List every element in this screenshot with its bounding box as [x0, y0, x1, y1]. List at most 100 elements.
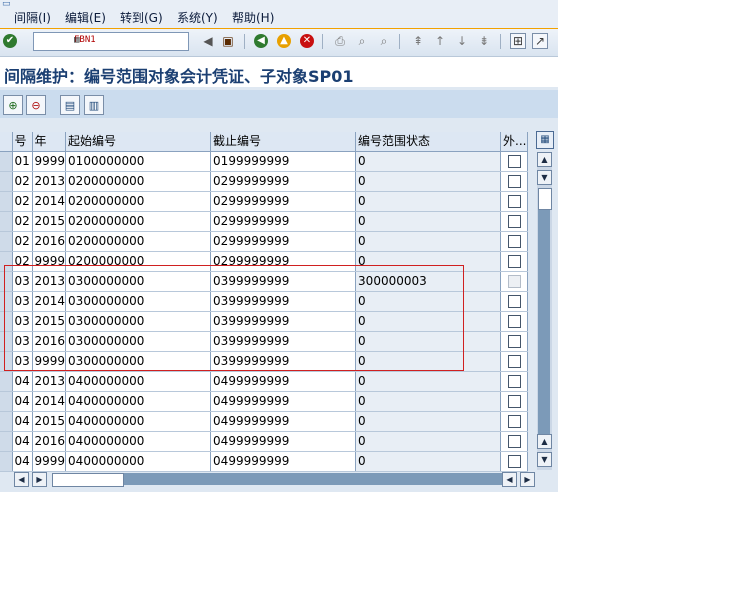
column-header-from[interactable]: 起始编号 [65, 132, 212, 152]
cell-no[interactable]: 04 [12, 451, 33, 472]
cell-to[interactable]: 0399999999 [210, 291, 357, 312]
cell-from[interactable]: 0300000000 [65, 351, 212, 372]
cell-from[interactable]: 0200000000 [65, 211, 212, 232]
cell-year[interactable]: 9999 [32, 351, 67, 372]
cell-year[interactable]: 2014 [32, 191, 67, 212]
cell-no[interactable]: 04 [12, 411, 33, 432]
cell-from[interactable]: 0400000000 [65, 451, 212, 472]
scroll-page-up-icon[interactable]: ▲ [537, 434, 552, 449]
row-selector[interactable] [0, 211, 13, 232]
row-selector[interactable] [0, 231, 13, 252]
cell-no[interactable]: 02 [12, 191, 33, 212]
find-next-icon[interactable]: ⌕ [376, 33, 392, 49]
row-selector[interactable] [0, 371, 13, 392]
external-checkbox[interactable] [508, 215, 522, 228]
row-selector[interactable] [0, 151, 13, 172]
column-header-external[interactable]: 外... [500, 132, 528, 152]
scroll-left-icon[interactable]: ◀ [14, 472, 29, 487]
print-icon[interactable]: ⎙ [332, 33, 348, 49]
external-checkbox[interactable] [508, 335, 522, 348]
row-selector[interactable] [0, 351, 13, 372]
command-dropdown-icon[interactable]: ▤ [74, 35, 84, 46]
cell-to[interactable]: 0299999999 [210, 191, 357, 212]
cell-from[interactable]: 0200000000 [65, 251, 212, 272]
table-row[interactable]: 03 2013 0300000000 0399999999 300000003 [0, 271, 528, 292]
cell-year[interactable]: 2016 [32, 331, 67, 352]
cell-no[interactable]: 04 [12, 391, 33, 412]
table-row[interactable]: 04 2014 0400000000 0499999999 0 [0, 391, 528, 412]
cell-from[interactable]: 0400000000 [65, 411, 212, 432]
menu-help[interactable]: 帮助(H) [232, 11, 274, 25]
first-page-icon[interactable]: ⇞ [410, 33, 426, 49]
scroll-page-down-icon[interactable]: ▼ [537, 170, 552, 185]
cell-no[interactable]: 02 [12, 171, 33, 192]
cell-no[interactable]: 04 [12, 431, 33, 452]
cell-to[interactable]: 0199999999 [210, 151, 357, 172]
row-selector[interactable] [0, 251, 13, 272]
exit-icon[interactable]: ▲ [277, 34, 291, 48]
table-row[interactable]: 04 2016 0400000000 0499999999 0 [0, 431, 528, 452]
column-header-year[interactable]: 年 [32, 132, 67, 152]
external-checkbox[interactable] [508, 175, 522, 188]
column-header-no[interactable]: 号 [12, 132, 33, 152]
scroll-left-step-icon[interactable]: ◀ [502, 472, 517, 487]
deselect-all-icon[interactable]: ▥ [84, 95, 104, 115]
cell-from[interactable]: 0200000000 [65, 191, 212, 212]
external-checkbox[interactable] [508, 195, 522, 208]
cell-from[interactable]: 0300000000 [65, 311, 212, 332]
table-row[interactable]: 02 2015 0200000000 0299999999 0 [0, 211, 528, 232]
cell-year[interactable]: 2013 [32, 371, 67, 392]
cell-to[interactable]: 0399999999 [210, 331, 357, 352]
menu-goto[interactable]: 转到(G) [120, 11, 163, 25]
cell-to[interactable]: 0399999999 [210, 271, 357, 292]
cell-to[interactable]: 0299999999 [210, 211, 357, 232]
cell-year[interactable]: 2014 [32, 391, 67, 412]
cell-no[interactable]: 02 [12, 251, 33, 272]
row-selector[interactable] [0, 331, 13, 352]
row-selector-header[interactable] [0, 132, 13, 152]
cell-year[interactable]: 2016 [32, 431, 67, 452]
cell-year[interactable]: 2016 [32, 231, 67, 252]
cell-no[interactable]: 01 [12, 151, 33, 172]
table-row[interactable]: 01 9999 0100000000 0199999999 0 [0, 151, 528, 172]
cell-to[interactable]: 0399999999 [210, 351, 357, 372]
cell-from[interactable]: 0300000000 [65, 331, 212, 352]
cell-to[interactable]: 0399999999 [210, 311, 357, 332]
shortcut-icon[interactable]: ↗ [532, 33, 548, 49]
menu-interval[interactable]: 间隔(I) [14, 11, 51, 25]
scroll-down-icon[interactable]: ▼ [537, 452, 552, 467]
cell-to[interactable]: 0299999999 [210, 231, 357, 252]
vertical-scroll-track[interactable] [538, 210, 550, 438]
cell-year[interactable]: 2013 [32, 271, 67, 292]
command-field[interactable]: FBN1 ▤ [33, 32, 189, 51]
column-header-status[interactable]: 编号范围状态 [355, 132, 502, 152]
scroll-right-icon[interactable]: ▶ [520, 472, 535, 487]
check-icon[interactable]: ✔ [3, 34, 17, 48]
row-selector[interactable] [0, 191, 13, 212]
insert-interval-icon[interactable]: ⊕ [3, 95, 23, 115]
table-row[interactable]: 03 2015 0300000000 0399999999 0 [0, 311, 528, 332]
row-selector[interactable] [0, 411, 13, 432]
new-session-icon[interactable]: ⊞ [510, 33, 526, 49]
find-icon[interactable]: ⌕ [354, 33, 370, 49]
cell-no[interactable]: 04 [12, 371, 33, 392]
row-selector[interactable] [0, 271, 13, 292]
cell-year[interactable]: 9999 [32, 151, 67, 172]
cell-from[interactable]: 0300000000 [65, 271, 212, 292]
table-row[interactable]: 04 2013 0400000000 0499999999 0 [0, 371, 528, 392]
cell-from[interactable]: 0100000000 [65, 151, 212, 172]
cell-from[interactable]: 0200000000 [65, 171, 212, 192]
cell-to[interactable]: 0499999999 [210, 411, 357, 432]
cell-no[interactable]: 02 [12, 231, 33, 252]
next-page-icon[interactable]: ↓ [454, 33, 470, 49]
external-checkbox[interactable] [508, 235, 522, 248]
delete-interval-icon[interactable]: ⊖ [26, 95, 46, 115]
table-row[interactable]: 03 9999 0300000000 0399999999 0 [0, 351, 528, 372]
table-row[interactable]: 04 2015 0400000000 0499999999 0 [0, 411, 528, 432]
cell-no[interactable]: 03 [12, 351, 33, 372]
external-checkbox[interactable] [508, 315, 522, 328]
table-row[interactable]: 02 9999 0200000000 0299999999 0 [0, 251, 528, 272]
column-header-to[interactable]: 截止编号 [210, 132, 357, 152]
save-icon[interactable]: ▣ [220, 33, 236, 49]
cell-no[interactable]: 03 [12, 271, 33, 292]
